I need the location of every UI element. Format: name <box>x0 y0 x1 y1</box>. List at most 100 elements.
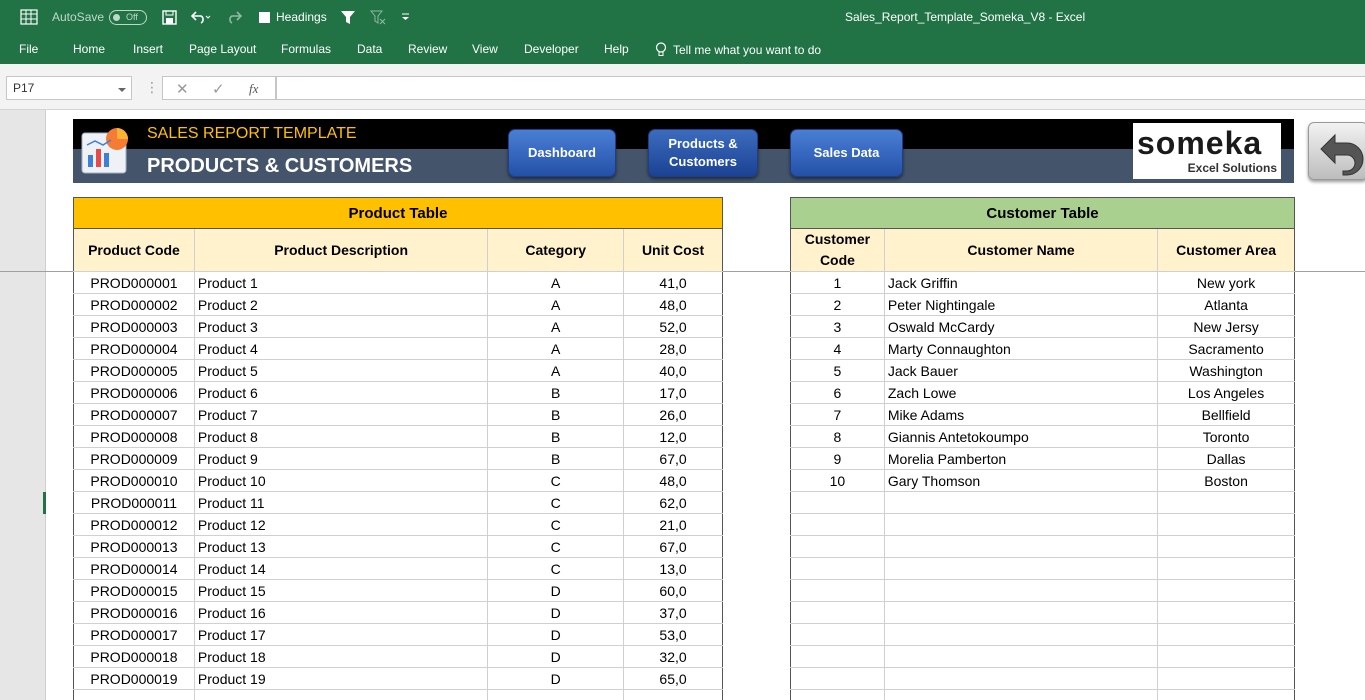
customer-code-cell[interactable] <box>790 535 885 558</box>
customer-code-cell[interactable] <box>790 623 885 646</box>
category-cell[interactable]: D <box>487 645 625 668</box>
category-cell[interactable]: D <box>487 623 625 646</box>
customer-area-cell[interactable] <box>1157 667 1295 690</box>
category-cell[interactable]: A <box>487 337 625 360</box>
product-description-cell[interactable]: Product 6 <box>193 381 489 404</box>
customer-area-cell[interactable] <box>1157 601 1295 624</box>
undo-icon[interactable] <box>191 0 211 34</box>
table-row[interactable]: PROD000006 Product 6 B 17,0 <box>73 381 723 404</box>
category-cell[interactable]: D <box>487 579 625 602</box>
unit-cost-cell[interactable]: 48,0 <box>623 469 723 492</box>
table-row[interactable]: 4 Marty Connaughton Sacramento <box>790 337 1295 360</box>
product-code-cell[interactable]: PROD000012 <box>73 513 195 536</box>
product-description-cell[interactable]: Product 1 <box>193 271 489 294</box>
table-row[interactable]: 2 Peter Nightingale Atlanta <box>790 293 1295 316</box>
product-description-cell[interactable]: Product 13 <box>193 535 489 558</box>
product-code-cell[interactable]: PROD000014 <box>73 557 195 580</box>
customer-area-cell[interactable]: Atlanta <box>1157 293 1295 316</box>
product-description-cell[interactable]: Product 2 <box>193 293 489 316</box>
category-cell[interactable]: B <box>487 447 625 470</box>
unit-cost-cell[interactable]: 48,0 <box>623 293 723 316</box>
table-row[interactable] <box>790 535 1295 558</box>
customer-code-cell[interactable]: 10 <box>790 469 885 492</box>
category-cell[interactable]: D <box>487 667 625 690</box>
tab-review[interactable]: Review <box>408 42 447 56</box>
category-cell[interactable]: B <box>487 403 625 426</box>
product-description-cell[interactable]: Product 8 <box>193 425 489 448</box>
product-description-cell[interactable]: Product 7 <box>193 403 489 426</box>
save-icon[interactable] <box>162 0 177 34</box>
table-row[interactable] <box>790 557 1295 580</box>
back-button[interactable] <box>1308 122 1365 180</box>
customer-code-cell[interactable] <box>790 689 885 700</box>
table-row[interactable] <box>790 491 1295 514</box>
product-description-cell[interactable]: Product 18 <box>193 645 489 668</box>
product-description-cell[interactable]: Product 4 <box>193 337 489 360</box>
customer-code-cell[interactable] <box>790 645 885 668</box>
customer-code-cell[interactable]: 8 <box>790 425 885 448</box>
table-row[interactable] <box>73 689 723 700</box>
tab-data[interactable]: Data <box>357 42 382 56</box>
customer-name-cell[interactable] <box>883 557 1159 580</box>
product-code-cell[interactable]: PROD000009 <box>73 447 195 470</box>
table-row[interactable]: 9 Morelia Pamberton Dallas <box>790 447 1295 470</box>
product-code-cell[interactable]: PROD000015 <box>73 579 195 602</box>
table-row[interactable] <box>790 601 1295 624</box>
customer-area-cell[interactable]: New york <box>1157 271 1295 294</box>
category-cell[interactable]: A <box>487 271 625 294</box>
product-description-cell[interactable]: Product 14 <box>193 557 489 580</box>
customer-name-cell[interactable] <box>883 491 1159 514</box>
table-row[interactable]: 8 Giannis Antetokoumpo Toronto <box>790 425 1295 448</box>
dashboard-button[interactable]: Dashboard <box>508 129 616 177</box>
product-code-cell[interactable]: PROD000010 <box>73 469 195 492</box>
table-row[interactable]: PROD000016 Product 16 D 37,0 <box>73 601 723 624</box>
customer-area-cell[interactable]: Boston <box>1157 469 1295 492</box>
customer-area-cell[interactable] <box>1157 557 1295 580</box>
name-box-dropdown-icon[interactable] <box>118 82 126 96</box>
unit-cost-cell[interactable]: 21,0 <box>623 513 723 536</box>
customer-area-cell[interactable] <box>1157 535 1295 558</box>
unit-cost-cell[interactable]: 52,0 <box>623 315 723 338</box>
customer-name-cell[interactable]: Jack Griffin <box>883 271 1159 294</box>
table-row[interactable]: PROD000008 Product 8 B 12,0 <box>73 425 723 448</box>
customer-name-cell[interactable]: Oswald McCardy <box>883 315 1159 338</box>
product-description-cell[interactable]: Product 9 <box>193 447 489 470</box>
customer-name-cell[interactable] <box>883 535 1159 558</box>
unit-cost-cell[interactable]: 60,0 <box>623 579 723 602</box>
customer-area-cell[interactable] <box>1157 645 1295 668</box>
customer-code-cell[interactable] <box>790 579 885 602</box>
product-code-cell[interactable]: PROD000001 <box>73 271 195 294</box>
customer-name-cell[interactable]: Morelia Pamberton <box>883 447 1159 470</box>
category-cell[interactable]: C <box>487 469 625 492</box>
customer-area-cell[interactable]: New Jersy <box>1157 315 1295 338</box>
customer-code-cell[interactable]: 7 <box>790 403 885 426</box>
table-row[interactable]: PROD000002 Product 2 A 48,0 <box>73 293 723 316</box>
table-row[interactable]: PROD000011 Product 11 C 62,0 <box>73 491 723 514</box>
tab-page-layout[interactable]: Page Layout <box>189 42 256 56</box>
product-code-cell[interactable] <box>73 689 195 700</box>
table-row[interactable]: PROD000018 Product 18 D 32,0 <box>73 645 723 668</box>
product-description-cell[interactable]: Product 16 <box>193 601 489 624</box>
customer-area-cell[interactable]: Toronto <box>1157 425 1295 448</box>
unit-cost-cell[interactable]: 53,0 <box>623 623 723 646</box>
customer-area-cell[interactable] <box>1157 623 1295 646</box>
product-description-cell[interactable]: Product 5 <box>193 359 489 382</box>
sales-data-button[interactable]: Sales Data <box>790 129 903 177</box>
customer-area-cell[interactable]: Sacramento <box>1157 337 1295 360</box>
unit-cost-cell[interactable] <box>623 689 723 700</box>
customer-code-cell[interactable]: 4 <box>790 337 885 360</box>
tab-home[interactable]: Home <box>73 42 105 56</box>
customer-code-cell[interactable]: 9 <box>790 447 885 470</box>
autosave-toggle[interactable]: Off <box>109 0 147 34</box>
enter-icon[interactable]: ✓ <box>212 80 225 98</box>
customer-area-cell[interactable] <box>1157 491 1295 514</box>
category-cell[interactable]: A <box>487 293 625 316</box>
customer-code-cell[interactable] <box>790 491 885 514</box>
customer-name-cell[interactable] <box>883 645 1159 668</box>
product-code-cell[interactable]: PROD000005 <box>73 359 195 382</box>
product-code-cell[interactable]: PROD000019 <box>73 667 195 690</box>
category-cell[interactable]: A <box>487 315 625 338</box>
table-row[interactable] <box>790 645 1295 668</box>
tab-developer[interactable]: Developer <box>524 42 579 56</box>
product-description-cell[interactable]: Product 10 <box>193 469 489 492</box>
